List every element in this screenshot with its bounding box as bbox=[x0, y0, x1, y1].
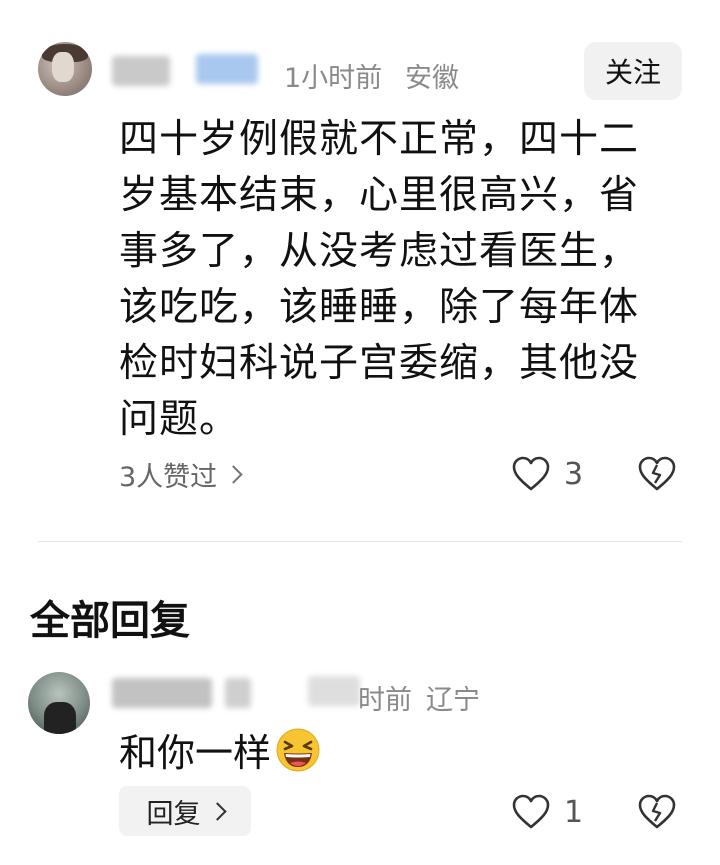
reply-location: 辽宁 bbox=[426, 685, 480, 716]
comment-time: 1小时前 bbox=[284, 63, 383, 94]
comment-line: 该吃吃，该睡睡，除了每年体 bbox=[119, 285, 640, 330]
broken-heart-icon[interactable] bbox=[637, 456, 677, 492]
broken-heart-icon[interactable] bbox=[637, 794, 677, 830]
like-button[interactable]: 3 bbox=[512, 456, 583, 492]
commenter-avatar[interactable] bbox=[38, 42, 92, 96]
reply-body: 和你一样 bbox=[119, 722, 321, 777]
heart-icon bbox=[512, 456, 550, 491]
comment-line: 检时妇科说子宫委缩，其他没 bbox=[119, 341, 640, 386]
comment-line: 事多了，从没考虑过看医生， bbox=[119, 229, 640, 274]
reply-button[interactable]: 回复 bbox=[119, 786, 251, 836]
comment-line: 岁基本结束，心里很高兴，省 bbox=[119, 173, 640, 218]
commenter-badge-redacted bbox=[196, 54, 258, 84]
comment-line: 四十岁例假就不正常，四十二 bbox=[119, 117, 640, 162]
follow-button[interactable]: 关注 bbox=[584, 42, 682, 100]
reply-button-label: 回复 bbox=[146, 798, 201, 830]
like-count: 3 bbox=[564, 456, 584, 492]
reply-name-redacted[interactable] bbox=[112, 678, 212, 708]
reply-avatar[interactable] bbox=[28, 672, 90, 734]
replies-section-title: 全部回复 bbox=[30, 598, 190, 644]
reply-like-button[interactable]: 1 bbox=[512, 794, 583, 830]
comment-location: 安徽 bbox=[405, 63, 459, 94]
reply-text: 和你一样 bbox=[119, 731, 272, 775]
chevron-right-icon bbox=[207, 801, 227, 821]
reply-badge-redacted bbox=[225, 678, 251, 708]
comment-line: 问题。 bbox=[119, 397, 240, 442]
chevron-right-icon bbox=[224, 465, 243, 484]
main-comment: 1小时前 安徽 关注 四十岁例假就不正常，四十二 岁基本结束，心里很高兴，省 事… bbox=[0, 0, 720, 540]
reply-time: 时前 bbox=[358, 685, 412, 716]
likers-link[interactable]: 3人赞过 bbox=[119, 455, 243, 494]
likers-label: 3人赞过 bbox=[119, 462, 218, 493]
reply-like-count: 1 bbox=[564, 794, 584, 830]
laughing-emoji-icon bbox=[276, 728, 320, 771]
reply-time-redacted bbox=[308, 676, 360, 706]
commenter-name-redacted[interactable] bbox=[112, 56, 170, 86]
divider bbox=[38, 541, 682, 542]
heart-icon bbox=[512, 794, 550, 829]
comment-body: 四十岁例假就不正常，四十二 岁基本结束，心里很高兴，省 事多了，从没考虑过看医生… bbox=[119, 112, 679, 448]
